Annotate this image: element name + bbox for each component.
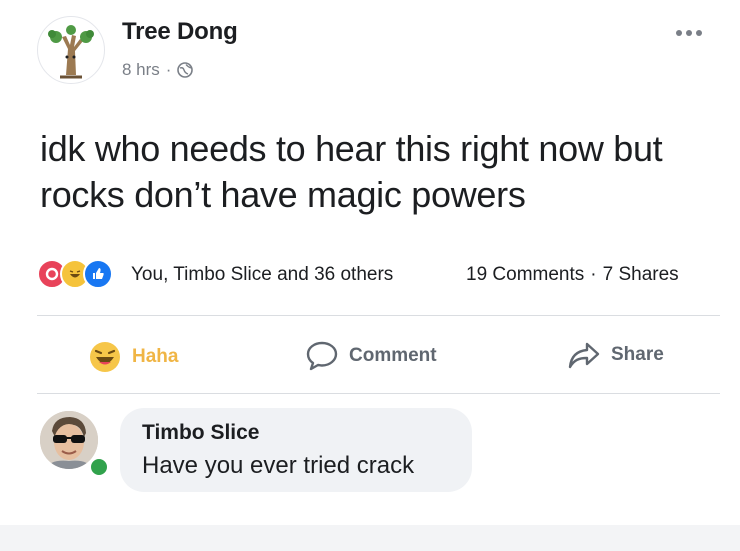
like-reaction-icon [83,259,113,289]
reaction-summary[interactable]: You, Timbo Slice and 36 others [131,264,393,286]
post-card: Tree Dong 8 hrs · idk who needs to hear … [0,0,740,525]
comments-count[interactable]: 19 Comments [466,264,584,286]
divider-bottom [37,393,720,394]
post-counts: 19 Comments · 7 Shares [466,264,679,286]
comment-author-name[interactable]: Timbo Slice [142,421,259,445]
haha-label: Haha [132,346,179,367]
post-text: idk who needs to hear this right now but… [40,128,663,215]
more-options-icon[interactable] [676,26,716,40]
haha-icon [90,342,120,372]
reaction-icons[interactable] [37,259,113,289]
meta-separator: · [165,60,172,79]
comment-icon [306,341,338,371]
share-icon [568,342,600,369]
shares-count[interactable]: 7 Shares [603,264,679,286]
post-time[interactable]: 8 hrs [122,60,160,80]
share-button[interactable]: Share [567,340,664,370]
post-meta: 8 hrs · [122,60,194,80]
share-label: Share [611,344,664,365]
divider-top [37,315,720,316]
counts-separator: · [590,264,597,285]
comment-label: Comment [349,345,437,366]
tree-avatar-icon[interactable] [37,16,105,84]
online-status-dot [88,456,110,478]
globe-icon[interactable] [177,62,194,78]
post-author-name[interactable]: Tree Dong [122,18,238,46]
haha-button[interactable]: Haha [88,340,178,374]
comment-text: Have you ever tried crack [142,452,415,479]
comment-button[interactable]: Comment [305,340,437,372]
